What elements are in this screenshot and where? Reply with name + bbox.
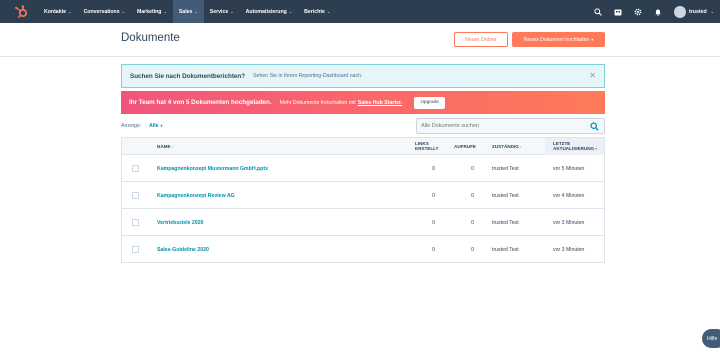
table-row: Vertriebsziele 2020 0 0 trusted Test vor… [122, 209, 604, 236]
links-count: 0 [432, 166, 435, 172]
table-row: Sales-Guideline 2020 0 0 trusted Test vo… [122, 236, 604, 263]
info-banner-title: Suchen Sie nach Dokumentberichten? [130, 72, 246, 80]
chevron-down-icon: ▾ [160, 123, 163, 128]
owner-name: trusted Test [492, 166, 519, 172]
column-header-name[interactable]: Name↕ [157, 144, 173, 150]
upgrade-banner: Ihr Team hat 4 von 5 Dokumenten hochgela… [121, 91, 605, 114]
table-row: Kampagnenkonzept Mustermann GmbH.pptx 0 … [122, 155, 604, 182]
marketplace-icon[interactable] [608, 0, 628, 23]
nav-item-marketing[interactable]: Marketing ⌄ [131, 0, 173, 23]
links-count: 0 [432, 193, 435, 199]
column-header-links[interactable]: Links erstellt [415, 141, 438, 151]
filter-label: Anzeige: [121, 123, 142, 129]
close-icon[interactable]: ✕ [589, 71, 596, 80]
nav-item-sales[interactable]: Sales ⌄ [172, 0, 204, 23]
nav-item-label: Conversations [83, 8, 120, 15]
nav-item-label: Berichte [304, 8, 325, 15]
column-header-label: Aktualisierung [553, 146, 595, 151]
column-header-views[interactable]: Aufrufe [454, 144, 476, 149]
main-menu: Kontakte ⌄ Conversations ⌄ Marketing ⌄ Sale… [38, 0, 336, 23]
search-box[interactable] [416, 118, 605, 134]
views-count: 0 [471, 166, 474, 172]
nav-item-berichte[interactable]: Berichte ⌄ [298, 0, 336, 23]
chevron-down-icon: ⌄ [194, 9, 198, 14]
nav-utilities: trusted ⌄ [588, 0, 720, 23]
nav-item-label: Automatisierung [245, 8, 287, 15]
chevron-down-icon: ⌄ [288, 9, 293, 14]
row-checkbox[interactable] [132, 246, 139, 253]
chevron-down-icon: ⌄ [163, 9, 167, 14]
document-name-link[interactable]: Kampagnenkonzept Review AG [157, 193, 235, 199]
header-divider [0, 56, 720, 57]
nav-item-automatisierung[interactable]: Automatisierung ⌄ [240, 0, 299, 23]
nav-item-label: Kontakte [44, 8, 67, 15]
links-count: 0 [432, 220, 435, 226]
last-updated: vor 3 Minuten [553, 220, 585, 226]
nav-item-label: Marketing [136, 8, 162, 15]
nav-item-label: Sales [178, 8, 193, 15]
info-banner-text: Sehen Sie in Ihrem Reporting-Dashboard n… [253, 73, 363, 79]
upgrade-button[interactable]: Upgrade [414, 96, 446, 109]
info-banner: Suchen Sie nach Dokumentberichten? Sehen… [121, 64, 605, 88]
row-checkbox[interactable] [132, 165, 139, 172]
owner-name: trusted Test [492, 247, 519, 253]
column-header-label: erstellt [415, 146, 439, 151]
column-header-owner[interactable]: Zuständig↕ [492, 144, 522, 150]
new-folder-button[interactable]: Neuer Ordner [454, 32, 508, 47]
chevron-down-icon: ⌄ [710, 9, 714, 14]
column-header-updated[interactable]: Letzte Aktualisierung▾ [553, 141, 597, 152]
views-count: 0 [471, 247, 474, 253]
document-name-link[interactable]: Vertriebsziele 2020 [157, 220, 203, 226]
views-count: 0 [471, 193, 474, 199]
avatar[interactable] [674, 5, 687, 18]
top-navigation-bar: Kontakte ⌄ Conversations ⌄ Marketing ⌄ Sale… [0, 0, 720, 23]
filter-dropdown[interactable]: Alle ▾ [149, 123, 163, 129]
document-name-link[interactable]: Sales-Guideline 2020 [157, 247, 209, 253]
notification-bell-icon[interactable] [648, 0, 668, 23]
column-header-label: Zuständig [492, 144, 519, 149]
links-count: 0 [432, 247, 435, 253]
column-header-label: Name [157, 144, 171, 149]
table-row: Kampagnenkonzept Review AG 0 0 trusted T… [122, 182, 604, 209]
sort-descending-icon: ▾ [595, 147, 597, 151]
nav-item-label: Service [209, 8, 229, 15]
document-name-link[interactable]: Kampagnenkonzept Mustermann GmbH.pptx [157, 166, 268, 172]
nav-item-service[interactable]: Service ⌄ [204, 0, 240, 23]
sort-icon: ↕ [171, 145, 174, 149]
owner-name: trusted Test [492, 193, 519, 199]
documents-table: Name↕ Links erstellt Aufrufe Zuständig↕ L… [121, 137, 605, 263]
chevron-down-icon: ⌄ [121, 9, 125, 14]
last-updated: vor 4 Minuten [553, 193, 585, 199]
row-checkbox[interactable] [132, 192, 139, 199]
upload-document-label: Neues Dokument hochladen [523, 36, 590, 43]
search-icon[interactable] [588, 0, 608, 23]
hubspot-logo-icon[interactable] [14, 4, 28, 19]
views-count: 0 [471, 220, 474, 226]
last-updated: vor 3 Minuten [553, 247, 585, 253]
nav-item-conversations[interactable]: Conversations ⌄ [78, 0, 131, 23]
upload-document-button[interactable]: Neues Dokument hochladen ▾ [512, 32, 605, 47]
page-title: Dokumente [121, 32, 180, 44]
upgrade-banner-text: Mehr Dokumente freischalten mit [279, 99, 356, 106]
chevron-down-icon: ⌄ [68, 9, 72, 14]
search-icon[interactable] [590, 122, 599, 131]
owner-name: trusted Test [492, 220, 519, 226]
user-menu-label[interactable]: trusted [689, 9, 707, 15]
sort-icon: ↕ [519, 145, 522, 149]
chevron-down-icon: ⌄ [230, 9, 234, 14]
upgrade-banner-title: Ihr Team hat 4 von 5 Dokumenten hochgela… [129, 99, 272, 106]
search-input[interactable] [421, 123, 581, 129]
filter-value: Alle [149, 123, 159, 129]
nav-item-kontakte[interactable]: Kontakte ⌄ [38, 0, 78, 23]
row-checkbox[interactable] [132, 219, 139, 226]
sales-hub-starter-link[interactable]: Sales Hub Starter. [358, 100, 402, 106]
chevron-down-icon: ▾ [591, 37, 594, 42]
chevron-down-icon: ⌄ [326, 9, 331, 14]
help-button[interactable]: Hilfe [702, 329, 720, 348]
last-updated: vor 5 Minuten [553, 166, 585, 172]
table-header: Name↕ Links erstellt Aufrufe Zuständig↕ L… [122, 138, 604, 155]
column-header-label: Aufrufe [454, 144, 476, 149]
gear-icon[interactable] [628, 0, 648, 23]
